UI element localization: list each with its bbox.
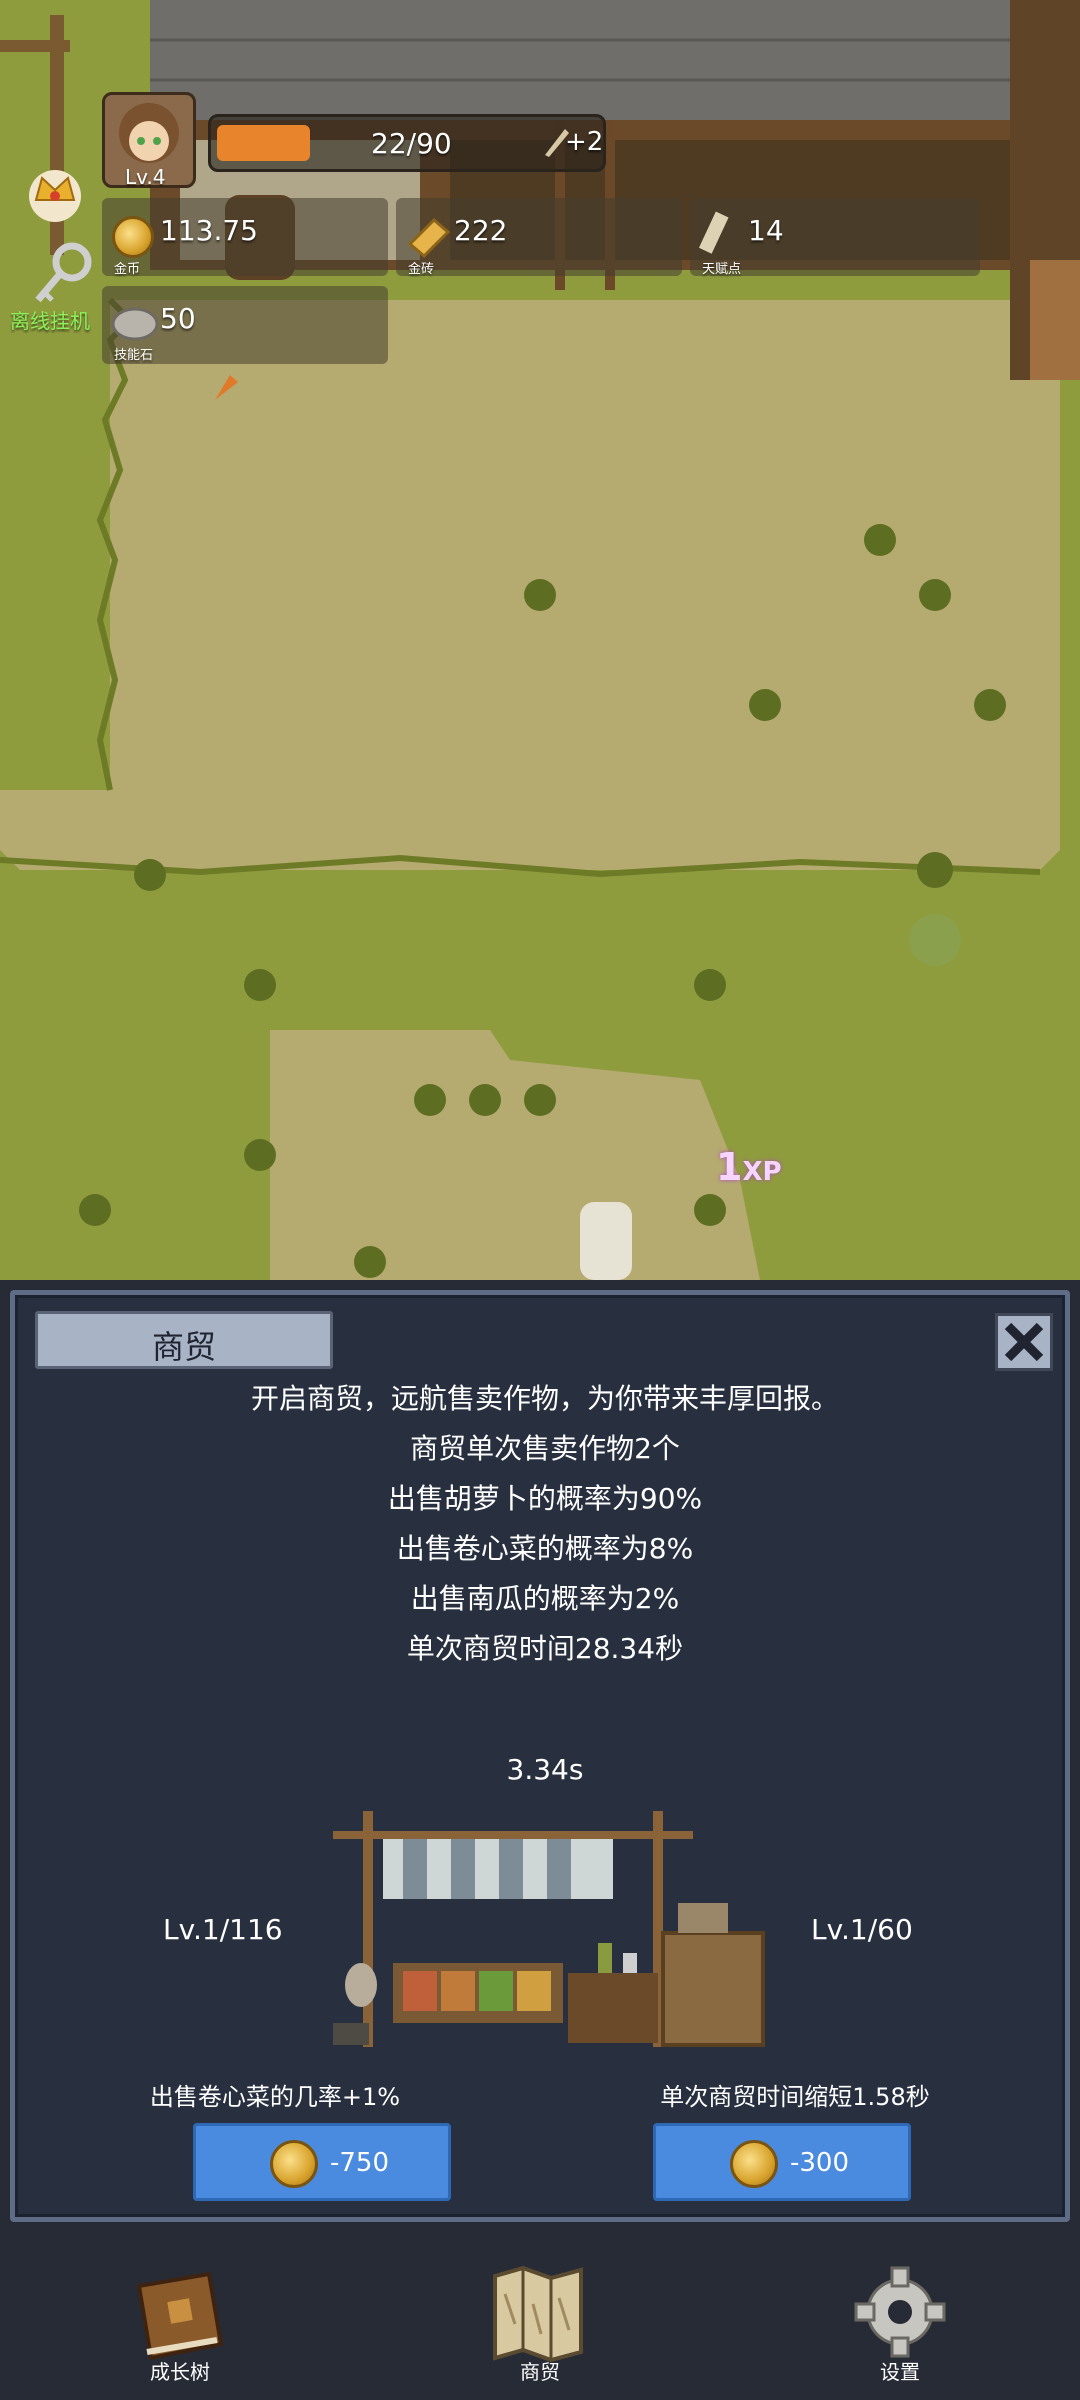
gold-coin-icon (730, 2140, 778, 2188)
skill-stone-icon (111, 307, 159, 341)
talent-bonus: +2 (565, 127, 604, 157)
skill-stone-value: 50 (160, 302, 196, 335)
talent-point-label: 天赋点 (702, 262, 742, 277)
idle-key-icon[interactable] (28, 240, 98, 310)
talent-point-value: 14 (748, 214, 784, 247)
gear-icon (854, 2266, 946, 2358)
xp-popup-unit: XP (742, 1157, 782, 1187)
info-line: 开启商贸，远航售卖作物，为你带来丰厚回报。 (250, 1382, 839, 1415)
resource-gold-coin[interactable]: 113.75 金币 (102, 198, 388, 277)
bottom-nav: 成长树 商贸 设置 (0, 2228, 1080, 2400)
gold-coin-icon (112, 216, 154, 258)
idle-label[interactable]: 离线挂机 (10, 305, 90, 334)
crown-icon[interactable] (22, 160, 88, 222)
nav-settings-label: 设置 (880, 2360, 920, 2384)
left-upgrade-button[interactable]: -750 (193, 2123, 451, 2201)
left-upgrade-desc: 出售卷心菜的几率+1% (149, 2083, 401, 2111)
nav-growth-tree[interactable]: 成长树 (80, 2228, 280, 2400)
resource-skill-stone[interactable]: 50 技能石 (102, 286, 388, 364)
gold-coin-icon (270, 2140, 318, 2188)
gold-brick-label: 金砖 (408, 262, 435, 277)
close-icon (1004, 1322, 1044, 1362)
right-upgrade-cost: -300 (790, 2148, 850, 2178)
info-line: 单次商贸时间28.34秒 (406, 1632, 684, 1665)
xp-text: 22/90 (371, 127, 452, 160)
nav-trade-label: 商贸 (520, 2360, 560, 2384)
info-line: 出售卷心菜的概率为8% (396, 1532, 694, 1565)
info-line: 出售南瓜的概率为2% (410, 1582, 680, 1615)
player-avatar[interactable]: Lv.4 (102, 92, 196, 189)
skill-stone-label: 技能石 (114, 348, 154, 363)
resource-gold-brick[interactable]: 222 金砖 (396, 198, 682, 277)
book-icon (136, 2271, 224, 2361)
info-line: 出售胡萝卜的概率为90% (387, 1482, 703, 1515)
right-upgrade-button[interactable]: -300 (653, 2123, 911, 2201)
panel-title-plate: 商贸 (35, 1311, 333, 1369)
player-level: Lv.4 (125, 165, 166, 189)
farm-map (0, 0, 1080, 1280)
talent-scroll-icon (698, 211, 729, 254)
game-scene[interactable]: 1XP Lv.4 离线挂机 22/90 +2 113.75 金币 222 金砖 (0, 0, 1080, 1280)
close-button[interactable] (995, 1313, 1053, 1371)
resource-talent-point[interactable]: 14 天赋点 (690, 198, 980, 277)
market-stall-illustration (333, 1811, 765, 2047)
gold-brick-icon (407, 217, 451, 258)
gold-brick-value: 222 (454, 214, 508, 247)
map-icon (493, 2265, 583, 2363)
gold-coin-label: 金币 (114, 262, 141, 277)
left-upgrade-cost: -750 (330, 2148, 390, 2178)
panel-title: 商贸 (151, 1328, 216, 1366)
left-upgrade-level: Lv.1/116 (163, 1913, 283, 1946)
xp-popup: 1XP (716, 1145, 782, 1189)
xp-bar: 22/90 +2 (208, 114, 606, 172)
trade-timer: 3.34s (506, 1753, 584, 1786)
info-line: 商贸单次售卖作物2个 (410, 1432, 680, 1465)
nav-trade[interactable]: 商贸 (440, 2228, 640, 2400)
nav-growth-tree-label: 成长树 (150, 2360, 210, 2384)
gold-coin-value: 113.75 (160, 214, 258, 247)
trade-panel: 商贸 开启商贸，远航售卖作物，为你带来丰厚回报。 商贸单次售卖作物2个 出售胡萝… (10, 1290, 1070, 2222)
right-upgrade-level: Lv.1/60 (811, 1913, 913, 1946)
xp-popup-amount: 1 (716, 1145, 743, 1189)
nav-settings[interactable]: 设置 (800, 2228, 1000, 2400)
right-upgrade-desc: 单次商贸时间缩短1.58秒 (660, 2083, 930, 2111)
xp-bar-fill (217, 125, 310, 161)
avatar-portrait (119, 103, 179, 163)
